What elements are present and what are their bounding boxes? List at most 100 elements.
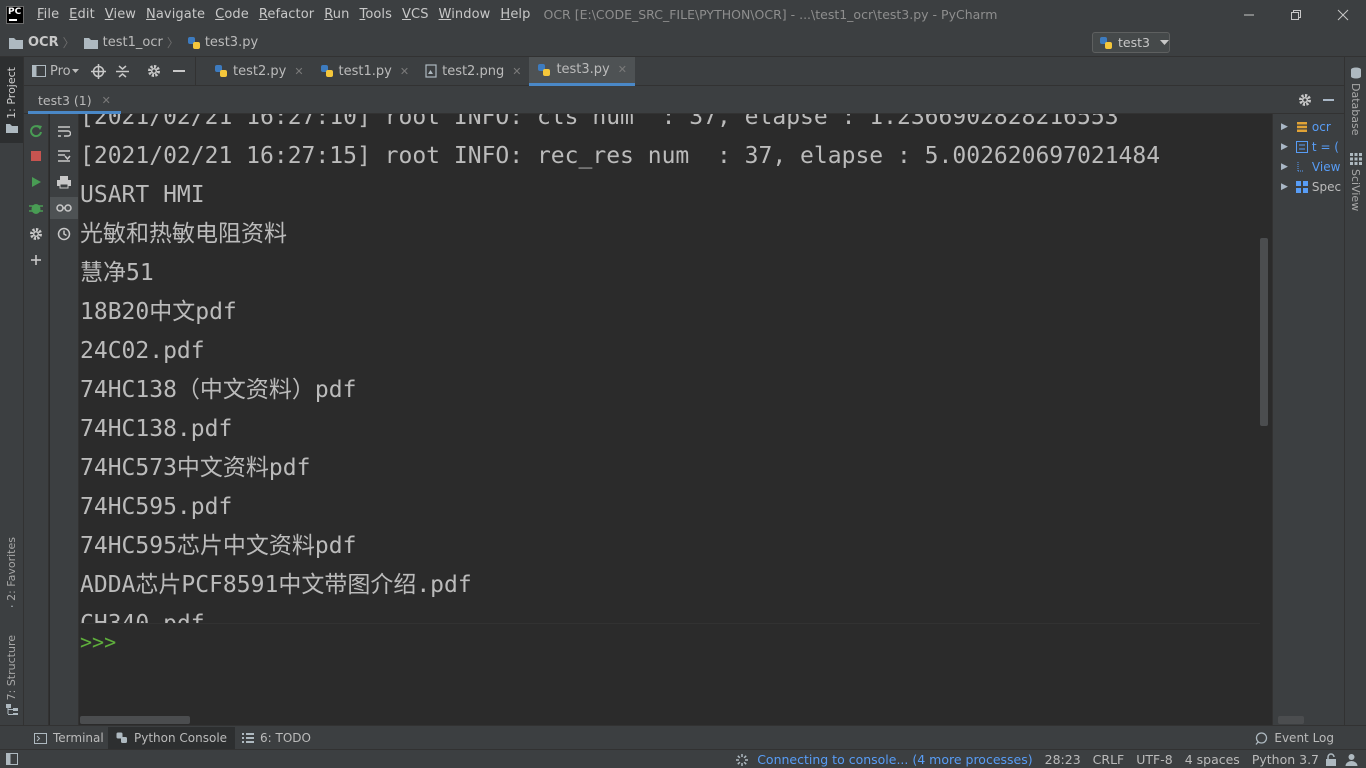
stop-console-button[interactable]	[24, 145, 48, 167]
tab-label: test2.py	[233, 63, 287, 79]
show-variables-button[interactable]	[50, 197, 78, 219]
debug-console-button[interactable]	[24, 197, 48, 219]
star-icon	[10, 604, 13, 607]
close-icon[interactable]: ✕	[102, 94, 111, 107]
console-output[interactable]: [2021/02/21 16:27:10] root INFO: cls num…	[80, 114, 1260, 623]
logo-text: PC	[8, 6, 22, 17]
terminal-tab-label: Terminal	[53, 731, 104, 745]
console-horizontal-scrollbar[interactable]	[80, 716, 190, 724]
tab-test2-py[interactable]: test2.py ✕	[206, 57, 312, 86]
breadcrumb-folder[interactable]: test1_ocr 〉	[83, 34, 179, 51]
close-icon[interactable]: ✕	[400, 65, 409, 78]
rerun-button[interactable]	[24, 120, 48, 142]
menu-run[interactable]: Run	[319, 7, 354, 22]
terminal-tab[interactable]: Terminal	[26, 727, 112, 749]
hide-panel-icon[interactable]	[172, 69, 185, 73]
structure-tool-window-tab[interactable]: 7: Structure	[0, 635, 23, 715]
restore-button[interactable]	[1272, 0, 1319, 29]
python-interpreter[interactable]: Python 3.7	[1252, 752, 1319, 767]
minimize-button[interactable]	[1225, 0, 1272, 29]
locate-icon[interactable]	[90, 63, 106, 79]
menu-view[interactable]: View	[100, 7, 141, 22]
variables-horizontal-scrollbar[interactable]	[1278, 716, 1304, 724]
database-tool-window-tab[interactable]: Database	[1345, 67, 1366, 145]
console-session-tab[interactable]: test3 (1) ✕	[28, 89, 121, 114]
editor-tabs-row: Pro test2.py ✕ test1.py ✕ test2.png ✕ te…	[24, 56, 1344, 86]
menu-tools[interactable]: Tools	[354, 7, 397, 22]
console-settings-button[interactable]	[24, 223, 48, 245]
menu-code[interactable]: Code	[210, 7, 254, 22]
panel-toggle-icon[interactable]	[6, 753, 18, 765]
variable-row-view[interactable]: ▶ View	[1273, 157, 1345, 177]
scroll-to-end-button[interactable]	[50, 145, 78, 167]
breadcrumb-file-label: test3.py	[204, 35, 259, 50]
line-separator[interactable]: CRLF	[1093, 752, 1125, 767]
favorites-tool-window-tab[interactable]: 2: Favorites	[0, 537, 23, 607]
variable-row-spec[interactable]: ▶ Spec	[1273, 177, 1345, 197]
console-line: 74HC138.pdf	[80, 416, 233, 442]
gear-icon	[30, 228, 42, 240]
background-tasks-status[interactable]: Connecting to console... (4 more process…	[757, 752, 1032, 767]
collapse-all-icon[interactable]	[115, 64, 129, 78]
file-encoding[interactable]: UTF-8	[1136, 752, 1172, 767]
history-button[interactable]	[50, 223, 78, 245]
caret-position[interactable]: 28:23	[1045, 752, 1081, 767]
hide-panel-icon[interactable]	[1323, 99, 1334, 101]
expand-arrow-icon[interactable]: ▶	[1281, 122, 1288, 132]
run-icon	[32, 177, 41, 187]
console-line: 慧净51	[80, 260, 154, 286]
tab-test3-py[interactable]: test3.py ✕	[529, 56, 635, 86]
menu-file[interactable]: File	[32, 7, 64, 22]
menu-vcs[interactable]: VCS	[397, 7, 434, 22]
project-panel-toolbar: Pro	[24, 56, 196, 86]
execute-button[interactable]	[24, 171, 48, 193]
image-file-icon	[425, 64, 437, 78]
menu-window[interactable]: Window	[434, 7, 496, 22]
menu-refactor[interactable]: Refactor	[254, 7, 319, 22]
todo-tab[interactable]: 6: TODO	[234, 727, 319, 749]
lock-icon[interactable]	[1325, 753, 1337, 766]
close-icon[interactable]: ✕	[512, 65, 521, 78]
console-line: USART HMI	[80, 182, 205, 208]
event-log-tab[interactable]: Event Log	[1247, 727, 1342, 749]
close-icon[interactable]: ✕	[618, 63, 627, 76]
clock-icon	[57, 227, 71, 241]
variable-row-ocr[interactable]: ▶ ocr	[1273, 117, 1345, 137]
sciview-tool-window-tab[interactable]: SciView	[1345, 153, 1366, 223]
close-window-button[interactable]	[1319, 0, 1366, 29]
gear-icon[interactable]	[147, 64, 161, 78]
tab-test1-py[interactable]: test1.py ✕	[312, 57, 418, 86]
menu-help[interactable]: Help	[495, 7, 535, 22]
indent-setting[interactable]: 4 spaces	[1185, 752, 1240, 767]
breadcrumb-root[interactable]: OCR 〉	[8, 34, 75, 51]
left-tool-strip: 1: Project 2: Favorites 7: Structure	[0, 57, 24, 725]
soft-wrap-button[interactable]	[50, 120, 78, 142]
inspector-icon[interactable]	[1345, 753, 1358, 766]
print-button[interactable]	[50, 171, 78, 193]
console-line: ADDA芯片PCF8591中文带图介绍.pdf	[80, 572, 472, 598]
project-tool-window-tab[interactable]: 1: Project	[0, 57, 23, 143]
new-console-button[interactable]	[24, 249, 48, 271]
variable-row-t[interactable]: ▶ t = (	[1273, 137, 1345, 157]
expand-arrow-icon[interactable]: ▶	[1281, 142, 1288, 152]
console-scrollbar-thumb[interactable]	[1260, 238, 1268, 426]
breadcrumb-separator: 〉	[166, 36, 179, 50]
gear-icon[interactable]	[1298, 93, 1312, 107]
menu-navigate[interactable]: Navigate	[141, 7, 210, 22]
chevron-down-icon[interactable]	[71, 68, 79, 74]
folder-icon	[5, 123, 18, 133]
console-input-area[interactable]: >>>	[80, 623, 1260, 723]
close-icon[interactable]: ✕	[294, 65, 303, 78]
expand-arrow-icon[interactable]: ▶	[1281, 162, 1288, 172]
python-console-tab[interactable]: Python Console	[108, 727, 236, 749]
console-line: 74HC595.pdf	[80, 494, 233, 520]
breadcrumb-file[interactable]: test3.py	[187, 35, 258, 50]
python-console-tab-label: Python Console	[134, 731, 228, 745]
python-icon	[1100, 36, 1112, 49]
project-view-label[interactable]: Pro	[50, 64, 71, 79]
expand-arrow-icon[interactable]: ▶	[1281, 182, 1288, 192]
run-configuration-select[interactable]: test3	[1092, 32, 1170, 53]
tab-test2-png[interactable]: test2.png ✕	[417, 57, 529, 86]
module-icon	[1295, 181, 1308, 193]
menu-edit[interactable]: Edit	[64, 7, 100, 22]
